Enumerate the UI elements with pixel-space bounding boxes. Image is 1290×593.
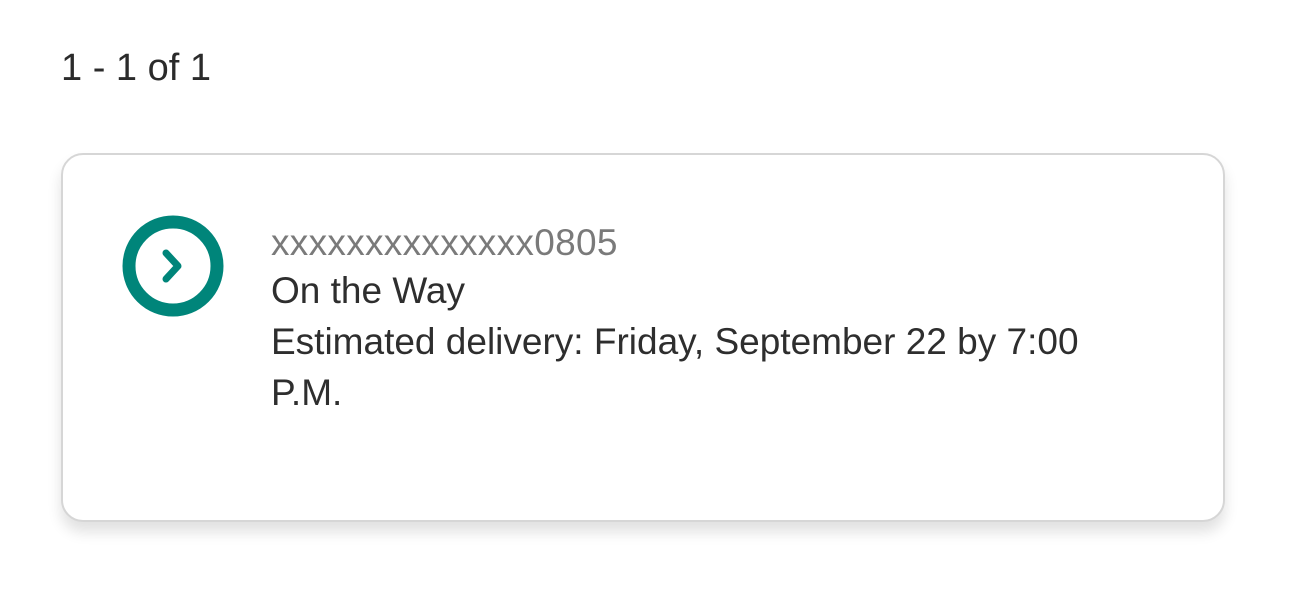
results-count: 1 - 1 of 1 xyxy=(61,47,211,89)
chevron-right-circle-icon xyxy=(122,215,224,317)
tracking-number: xxxxxxxxxxxxxx0805 xyxy=(271,222,618,263)
shipment-card[interactable]: xxxxxxxxxxxxxx0805 On the Way Estimated … xyxy=(61,153,1225,522)
shipment-status: On the Way xyxy=(271,270,465,311)
shipment-details: xxxxxxxxxxxxxx0805 On the Way Estimated … xyxy=(271,221,1171,418)
estimated-delivery: Estimated delivery: Friday, September 22… xyxy=(271,321,1079,413)
